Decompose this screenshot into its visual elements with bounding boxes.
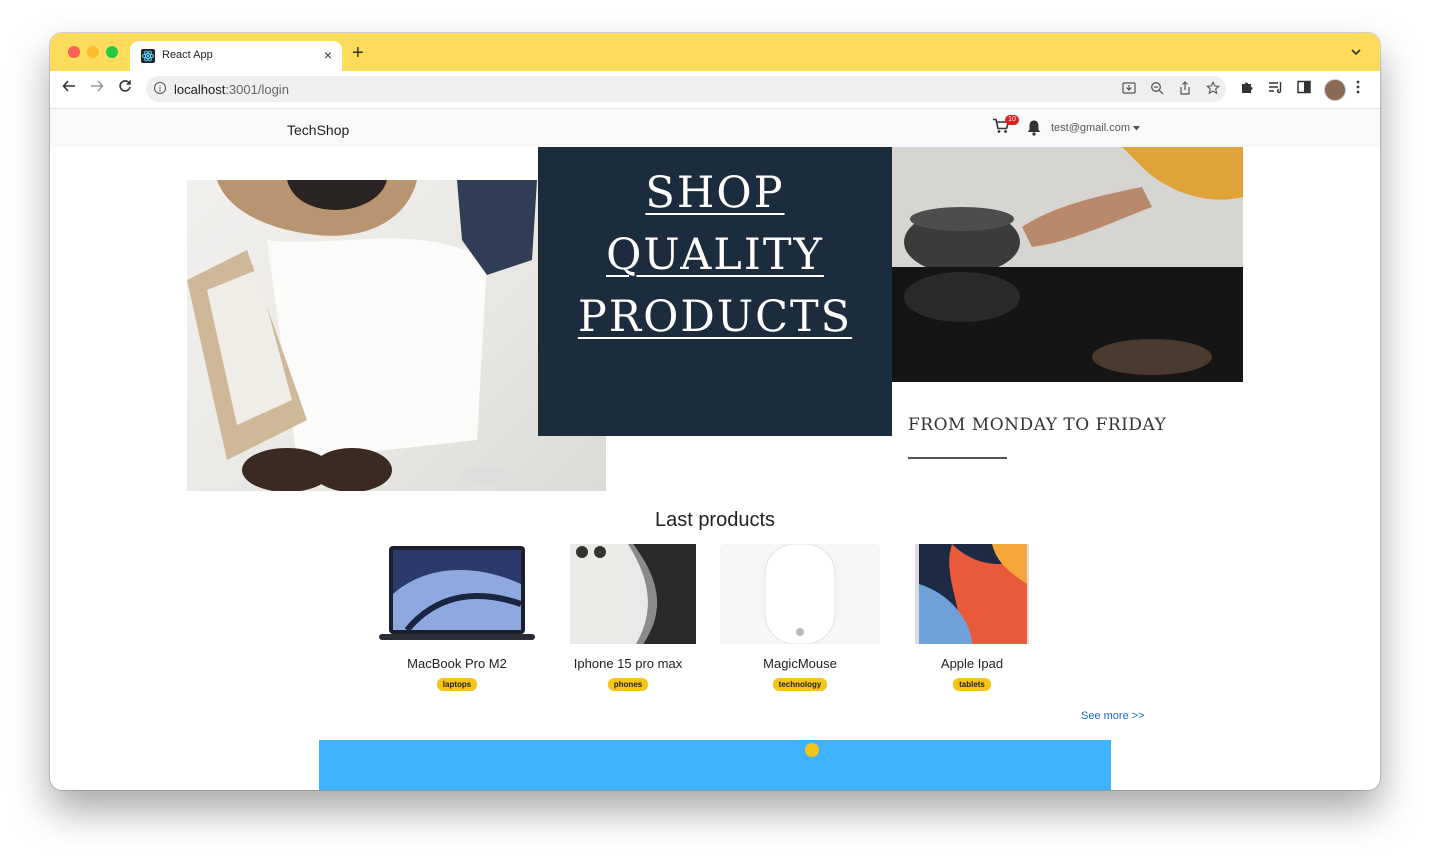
caret-down-icon <box>1133 126 1141 131</box>
tab-search-chevron-icon[interactable] <box>1350 45 1362 59</box>
maximize-window-button[interactable] <box>106 46 118 58</box>
address-bar[interactable]: i localhost:3001/login <box>146 76 1226 102</box>
hero-headline-line-2: QUALITY <box>606 230 824 280</box>
hero-speaker-image <box>892 147 1243 382</box>
product-image[interactable] <box>377 544 537 644</box>
reload-icon[interactable] <box>118 79 132 98</box>
share-icon[interactable] <box>1178 81 1192 99</box>
side-panel-icon[interactable] <box>1297 80 1311 97</box>
product-card[interactable]: Apple Ipad tablets <box>887 544 1057 692</box>
url-path: :3001/login <box>225 82 289 97</box>
category-badge: phones <box>607 678 649 691</box>
zoom-icon[interactable] <box>1150 81 1164 99</box>
forward-arrow-icon[interactable] <box>90 79 104 98</box>
banner-dot-indicator[interactable] <box>805 743 819 757</box>
product-name[interactable]: MacBook Pro M2 <box>372 656 542 671</box>
site-info-icon[interactable]: i <box>154 82 166 94</box>
url-host: localhost <box>174 82 226 97</box>
hero-tagline: FROM MONDAY TO FRIDAY <box>908 415 1167 435</box>
hero-headline-panel: SHOP QUALITY PRODUCTS <box>538 147 892 436</box>
install-app-icon[interactable] <box>1122 81 1136 99</box>
tab-bar: React App × + <box>50 33 1380 71</box>
hero-headline-line-1: SHOP <box>645 168 785 218</box>
user-email: test@gmail.com <box>1051 122 1131 134</box>
close-window-button[interactable] <box>68 46 80 58</box>
see-more-link[interactable]: See more >> <box>1081 710 1145 722</box>
product-card[interactable]: MagicMouse technology <box>715 544 885 692</box>
product-image[interactable] <box>892 544 1052 644</box>
product-name[interactable]: Iphone 15 pro max <box>543 656 713 671</box>
category-badge: technology <box>772 678 828 691</box>
hero-headline-line-3: PRODUCTS <box>577 292 853 342</box>
brand-link[interactable]: TechShop <box>287 122 349 138</box>
promo-banner <box>319 740 1111 790</box>
section-title: Last products <box>654 509 776 531</box>
new-tab-button[interactable]: + <box>352 43 364 63</box>
product-name[interactable]: Apple Ipad <box>887 656 1057 671</box>
reading-list-icon[interactable] <box>1268 80 1283 97</box>
product-name[interactable]: MagicMouse <box>715 656 885 671</box>
tagline-divider <box>908 457 1007 459</box>
browser-menu-icon[interactable] <box>1356 80 1360 97</box>
browser-tab[interactable]: React App × <box>130 41 342 71</box>
app-navbar: TechShop 10 test@gmail.com <box>50 109 1380 147</box>
notifications-bell-icon[interactable] <box>1026 119 1042 137</box>
product-image[interactable] <box>720 544 880 644</box>
extensions-puzzle-icon[interactable] <box>1240 80 1254 97</box>
category-badge: laptops <box>436 678 478 691</box>
url-text[interactable]: localhost:3001/login <box>174 82 289 97</box>
browser-toolbar: i localhost:3001/login <box>50 71 1380 109</box>
tab-close-icon[interactable]: × <box>324 47 332 63</box>
tab-title: React App <box>162 49 213 61</box>
product-card[interactable]: Iphone 15 pro max phones <box>543 544 713 692</box>
back-arrow-icon[interactable] <box>62 79 76 98</box>
product-image[interactable] <box>548 544 708 644</box>
browser-window: React App × + i localhost:3001/login Tec… <box>50 33 1380 790</box>
react-favicon-icon <box>141 49 155 63</box>
category-badge: tablets <box>953 678 991 691</box>
product-card[interactable]: MacBook Pro M2 laptops <box>372 544 542 692</box>
profile-avatar[interactable] <box>1324 79 1346 101</box>
cart-count-badge: 10 <box>1005 115 1019 125</box>
user-menu-dropdown[interactable]: test@gmail.com <box>1051 122 1141 134</box>
minimize-window-button[interactable] <box>87 46 99 58</box>
bookmark-star-icon[interactable] <box>1205 80 1221 99</box>
